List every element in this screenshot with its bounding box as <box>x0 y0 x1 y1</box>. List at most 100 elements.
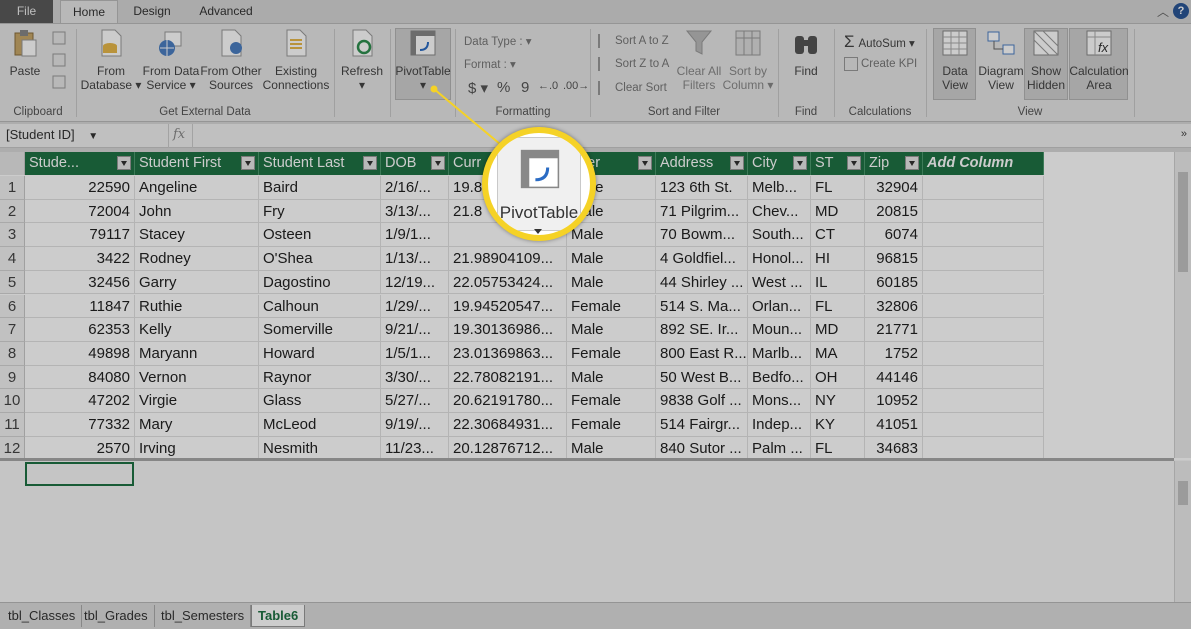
table-cell[interactable]: 47202 <box>25 389 135 413</box>
row-number[interactable]: 4 <box>0 247 25 271</box>
increase-decimal-icon[interactable]: ←.0 <box>538 80 558 92</box>
table-cell[interactable]: 20.12876712... <box>449 436 567 461</box>
clear-all-filters-button[interactable]: Clear All Filters <box>674 28 724 92</box>
column-header[interactable]: Address <box>656 152 748 175</box>
diagram-view-button[interactable]: Diagram View <box>978 28 1024 92</box>
table-cell[interactable]: 60185 <box>865 270 923 295</box>
name-box-dropdown-icon[interactable]: ▼ <box>88 131 98 142</box>
table-cell[interactable]: Nesmith <box>259 436 381 461</box>
autosum-button[interactable]: Σ AutoSum ▾ <box>844 32 915 52</box>
table-cell[interactable]: Fry <box>259 199 381 224</box>
table-cell[interactable]: OH <box>811 365 865 390</box>
calc-area-splitter[interactable] <box>0 458 1174 461</box>
add-column-cell[interactable] <box>923 223 1044 248</box>
sheet-tab-semesters[interactable]: tbl_Semesters <box>155 605 252 627</box>
table-cell[interactable]: HI <box>811 247 865 271</box>
cut-copy-format-icons[interactable] <box>50 30 70 92</box>
table-cell[interactable]: Osteen <box>259 223 381 248</box>
selected-calc-cell[interactable] <box>25 462 134 486</box>
table-cell[interactable]: Baird <box>259 176 381 200</box>
row-number[interactable]: 10 <box>0 389 25 413</box>
add-column-cell[interactable] <box>923 176 1044 200</box>
table-cell[interactable]: 34683 <box>865 436 923 461</box>
table-cell[interactable]: 41051 <box>865 413 923 437</box>
row-number[interactable]: 7 <box>0 318 25 342</box>
name-box[interactable]: [Student ID] ▼ <box>6 127 98 142</box>
table-cell[interactable]: Indep... <box>748 413 811 437</box>
calculation-area-button[interactable]: fx Calculation Area <box>1069 28 1129 92</box>
filter-dropdown-icon[interactable] <box>117 156 131 170</box>
table-cell[interactable]: 79117 <box>25 223 135 248</box>
table-cell[interactable]: Irving <box>135 436 259 461</box>
row-number[interactable]: 8 <box>0 341 25 366</box>
table-cell[interactable]: 892 SE. Ir... <box>656 318 748 342</box>
add-column-cell[interactable] <box>923 318 1044 342</box>
table-cell[interactable]: 9/21/... <box>381 318 449 342</box>
table-cell[interactable]: 19.30136986... <box>449 318 567 342</box>
table-cell[interactable]: Male <box>567 436 656 461</box>
table-cell[interactable]: 2570 <box>25 436 135 461</box>
calc-scroll-thumb[interactable] <box>1178 481 1188 505</box>
table-cell[interactable]: Angeline <box>135 176 259 200</box>
table-cell[interactable]: Mary <box>135 413 259 437</box>
calculation-area[interactable] <box>0 460 1191 602</box>
table-cell[interactable]: 20.62191780... <box>449 389 567 413</box>
table-cell[interactable]: CT <box>811 223 865 248</box>
column-header[interactable]: Stude... <box>25 152 135 175</box>
table-cell[interactable]: 32456 <box>25 270 135 295</box>
table-cell[interactable]: MA <box>811 341 865 366</box>
table-cell[interactable]: 44146 <box>865 365 923 390</box>
table-cell[interactable]: Raynor <box>259 365 381 390</box>
create-kpi-button[interactable]: Create KPI <box>844 57 917 71</box>
refresh-button[interactable]: Refresh ▾ <box>338 28 386 92</box>
table-cell[interactable]: Male <box>567 365 656 390</box>
table-cell[interactable]: Female <box>567 294 656 319</box>
table-cell[interactable]: 21.98904109... <box>449 247 567 271</box>
table-cell[interactable]: 20815 <box>865 199 923 224</box>
calc-vertical-scrollbar[interactable] <box>1174 461 1191 602</box>
table-cell[interactable]: 514 Fairgr... <box>656 413 748 437</box>
row-number[interactable]: 6 <box>0 294 25 319</box>
table-cell[interactable]: Female <box>567 413 656 437</box>
table-cell[interactable]: 23.01369863... <box>449 341 567 366</box>
column-header[interactable]: Zip <box>865 152 923 175</box>
table-cell[interactable]: Stacey <box>135 223 259 248</box>
table-cell[interactable]: 22.78082191... <box>449 365 567 390</box>
table-cell[interactable]: 72004 <box>25 199 135 224</box>
sort-by-column-button[interactable]: Sort by Column ▾ <box>722 28 774 92</box>
filter-dropdown-icon[interactable] <box>847 156 861 170</box>
filter-dropdown-icon[interactable] <box>638 156 652 170</box>
table-cell[interactable]: Mons... <box>748 389 811 413</box>
table-cell[interactable]: 4 Goldfiel... <box>656 247 748 271</box>
table-cell[interactable]: KY <box>811 413 865 437</box>
decrease-decimal-icon[interactable]: .00→ <box>563 80 589 92</box>
table-cell[interactable]: 32806 <box>865 294 923 319</box>
currency-format-button[interactable]: $ ▾ <box>468 79 488 97</box>
row-number[interactable]: 12 <box>0 436 25 461</box>
data-view-button[interactable]: Data View <box>932 28 978 92</box>
table-cell[interactable]: 19.94520547... <box>449 294 567 319</box>
table-cell[interactable]: 22590 <box>25 176 135 200</box>
table-cell[interactable]: McLeod <box>259 413 381 437</box>
table-cell[interactable]: 11/23... <box>381 436 449 461</box>
table-cell[interactable]: 49898 <box>25 341 135 366</box>
table-cell[interactable]: 6074 <box>865 223 923 248</box>
add-column-cell[interactable] <box>923 270 1044 295</box>
add-column-cell[interactable] <box>923 341 1044 366</box>
table-cell[interactable]: South... <box>748 223 811 248</box>
help-icon[interactable]: ? <box>1173 3 1189 19</box>
table-cell[interactable]: IL <box>811 270 865 295</box>
data-type-dropdown[interactable]: Data Type : ▾ <box>464 34 532 48</box>
table-cell[interactable]: 12/19... <box>381 270 449 295</box>
tab-design[interactable]: Design <box>124 0 180 23</box>
add-column-cell[interactable] <box>923 389 1044 413</box>
table-cell[interactable]: 11847 <box>25 294 135 319</box>
expand-formula-bar-icon[interactable]: » <box>1181 128 1187 140</box>
tab-file[interactable]: File <box>0 0 53 23</box>
add-column-cell[interactable] <box>923 294 1044 319</box>
table-cell[interactable]: Male <box>567 247 656 271</box>
column-header[interactable]: ST <box>811 152 865 175</box>
table-cell[interactable]: 84080 <box>25 365 135 390</box>
find-button[interactable]: Find <box>784 28 828 78</box>
table-cell[interactable]: Kelly <box>135 318 259 342</box>
